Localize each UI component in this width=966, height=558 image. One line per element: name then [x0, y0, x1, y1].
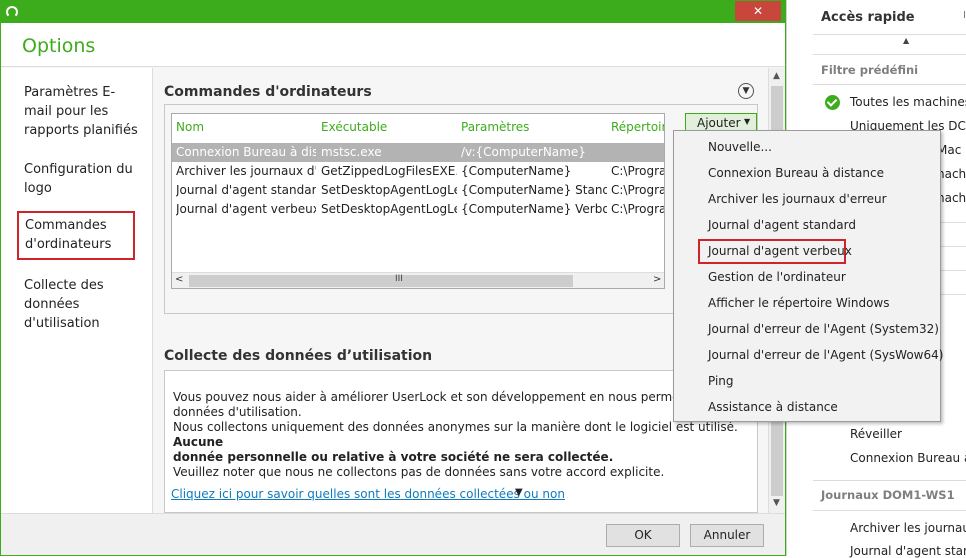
commands-section-title: Commandes d'ordinateurs — [164, 84, 372, 100]
logs-section-title: Journaux DOM1-WS1 — [821, 488, 955, 502]
horizontal-scrollbar[interactable]: < III > — [172, 272, 664, 288]
usage-description: Vous pouvez nous aider à améliorer UserL… — [173, 390, 749, 479]
commands-panel: Nom Exécutable Paramètres Répertoire Con… — [164, 104, 758, 314]
scroll-right-icon[interactable]: > — [653, 274, 661, 285]
scroll-up-icon[interactable]: ▲ — [773, 71, 780, 81]
table-row[interactable]: Journal d'agent standard SetDesktopAgent… — [172, 181, 664, 200]
table-row[interactable]: Connexion Bureau à dist... mstsc.exe /v:… — [172, 143, 664, 162]
commands-table: Nom Exécutable Paramètres Répertoire Con… — [171, 113, 665, 289]
app-icon — [6, 6, 18, 18]
options-dialog: ✕ Options Paramètres E-mail pour les rap… — [0, 0, 786, 556]
action-item[interactable]: Connexion Bureau à dis — [850, 451, 966, 465]
scroll-thumb[interactable]: III — [189, 274, 573, 287]
nav-item-usage-data[interactable]: Collecte des données d'utilisation — [24, 276, 142, 333]
dialog-title: Options — [22, 35, 96, 57]
column-header-parameters[interactable]: Paramètres — [461, 120, 529, 134]
menu-item-archive-error-logs[interactable]: Archiver les journaux d'erreur — [674, 187, 940, 213]
menu-item-windows-directory[interactable]: Afficher le répertoire Windows — [674, 291, 940, 317]
menu-item-verbose-agent-log[interactable]: Journal d'agent verbeux — [674, 239, 940, 265]
close-button[interactable]: ✕ — [735, 1, 781, 21]
usage-panel: Vous pouvez nous aider à améliorer UserL… — [164, 370, 758, 513]
ok-button[interactable]: OK — [606, 524, 680, 547]
menu-item-remote-desktop[interactable]: Connexion Bureau à distance — [674, 161, 940, 187]
scroll-left-icon[interactable]: < — [175, 274, 183, 285]
nav-item-logo[interactable]: Configuration du logo — [24, 160, 142, 198]
column-header-directory[interactable]: Répertoire — [611, 120, 664, 134]
expand-arrow-icon[interactable]: ▼ — [515, 487, 523, 498]
dropdown-arrow-icon: ▼ — [744, 117, 751, 126]
log-item[interactable]: Archiver les journaux c — [850, 521, 966, 535]
nav-item-computer-commands[interactable]: Commandes d'ordinateurs — [17, 211, 135, 260]
column-header-name[interactable]: Nom — [176, 120, 204, 134]
column-header-executable[interactable]: Exécutable — [321, 120, 387, 134]
add-button-label: Ajouter — [697, 116, 741, 130]
collapse-icon[interactable]: ▼ — [738, 83, 754, 99]
action-item[interactable]: Réveiller — [850, 427, 902, 441]
menu-item-remote-assistance[interactable]: Assistance à distance — [674, 395, 940, 421]
menu-item-agent-error-log-system32[interactable]: Journal d'erreur de l'Agent (System32) — [674, 317, 940, 343]
menu-item-new[interactable]: Nouvelle... — [674, 135, 940, 161]
menu-item-computer-management[interactable]: Gestion de l'ordinateur — [674, 265, 940, 291]
options-nav: Paramètres E-mail pour les rapports plan… — [1, 68, 153, 513]
cancel-button[interactable]: Annuler — [690, 524, 764, 547]
scroll-down-icon[interactable]: ▼ — [773, 498, 780, 508]
nav-item-email-reports[interactable]: Paramètres E-mail pour les rapports plan… — [24, 83, 142, 140]
dialog-header: Options — [1, 23, 785, 67]
menu-item-agent-error-log-syswow64[interactable]: Journal d'erreur de l'Agent (SysWow64) — [674, 343, 943, 369]
add-dropdown-menu: Nouvelle... Connexion Bureau à distance … — [673, 130, 943, 422]
filter-item-partial[interactable]: nach — [937, 167, 966, 181]
filter-section-title: Filtre prédéfini — [821, 63, 919, 77]
filter-item-partial[interactable]: nach — [937, 191, 966, 205]
quick-access-title: Accès rapide — [821, 10, 915, 25]
table-row[interactable]: Journal d'agent verbeux SetDesktopAgentL… — [172, 200, 664, 219]
title-bar[interactable]: ✕ — [1, 1, 785, 23]
usage-section-title: Collecte des données d’utilisation — [164, 348, 433, 364]
filter-item[interactable]: Toutes les machines — [850, 95, 966, 109]
scroll-up-icon[interactable]: ▲ — [903, 36, 909, 45]
table-row[interactable]: Archiver les journaux d'e... GetZippedLo… — [172, 162, 664, 181]
checkmark-icon — [825, 95, 840, 110]
usage-info-link[interactable]: Cliquez ici pour savoir quelles sont les… — [171, 487, 565, 501]
dialog-footer: OK Annuler — [1, 513, 785, 555]
menu-item-ping[interactable]: Ping — [674, 369, 940, 395]
menu-item-standard-agent-log[interactable]: Journal d'agent standard — [674, 213, 940, 239]
